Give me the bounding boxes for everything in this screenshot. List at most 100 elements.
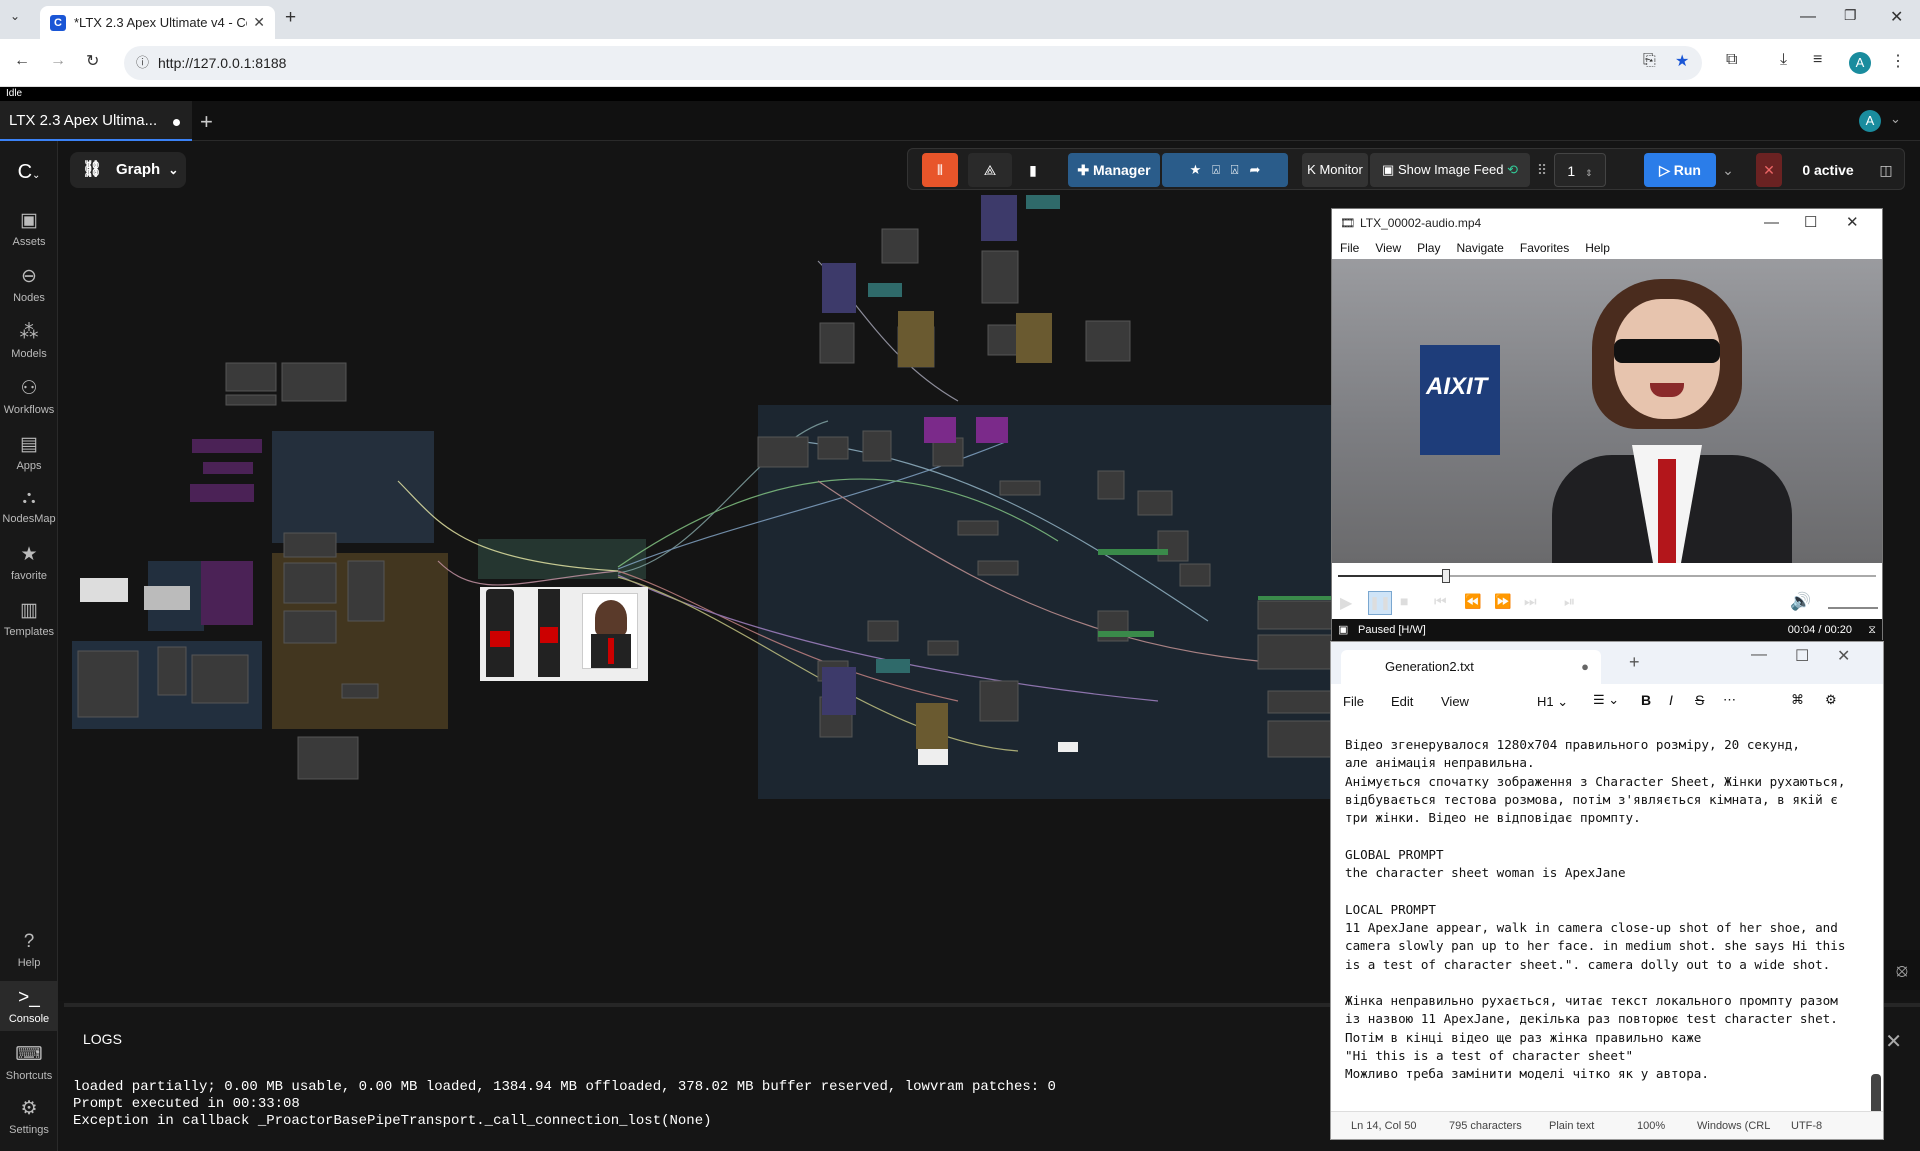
active-queue-badge[interactable]: 0 active <box>1788 153 1868 187</box>
close-window-icon[interactable]: ✕ <box>1890 7 1903 27</box>
puzzle-a-icon[interactable]: ⍓ <box>1212 162 1220 177</box>
volume-slider[interactable] <box>1828 607 1878 609</box>
bold-icon[interactable]: B <box>1641 692 1651 708</box>
play-icon[interactable]: ▶ <box>1340 593 1352 613</box>
heading-dropdown[interactable]: H1 ⌄ <box>1537 694 1568 710</box>
site-info-icon[interactable]: ⓘ <box>136 46 149 80</box>
unsaved-dot[interactable]: ● <box>1581 650 1589 684</box>
sidebar-item-models[interactable]: ⁂ Models <box>0 321 58 360</box>
notepad-tab[interactable]: Generation2.txt ● <box>1341 650 1601 684</box>
close-icon[interactable]: ✕ <box>1837 646 1850 666</box>
menu-favorites[interactable]: Favorites <box>1520 237 1569 259</box>
fast-forward-icon[interactable]: ⏩ <box>1494 593 1511 610</box>
cancel-button[interactable]: ✕ <box>1756 153 1782 187</box>
pause-icon[interactable]: ❚❚ <box>1368 591 1392 615</box>
menu-file[interactable]: File <box>1340 237 1359 259</box>
menu-play[interactable]: Play <box>1417 237 1440 259</box>
restore-icon[interactable]: ❐ <box>1844 7 1857 24</box>
sidebar-item-console[interactable]: >_ Console <box>0 981 58 1031</box>
bookmark-button[interactable]: ▮ <box>1018 153 1048 187</box>
manager-actions[interactable]: ★ ⍓ ⍓ ➦ <box>1162 153 1288 187</box>
run-options-chevron-icon[interactable]: ⌄ <box>1718 153 1738 187</box>
audio-bars-button[interactable]: ⦀ <box>922 153 958 187</box>
graph-view-button[interactable]: ⛓ Graph ⌄ <box>70 152 186 188</box>
media-icon[interactable]: ≡ <box>1813 51 1822 69</box>
workflow-tab[interactable]: LTX 2.3 Apex Ultima... <box>0 101 192 141</box>
profile-avatar[interactable]: A <box>1849 52 1871 74</box>
batch-count-input[interactable]: 1 ⇕ <box>1554 153 1606 187</box>
stepper-icon[interactable]: ⇕ <box>1585 168 1593 178</box>
sidebar-item-assets[interactable]: ▣ Assets <box>0 209 58 248</box>
tab-search-icon[interactable]: ⌄ <box>10 9 20 23</box>
minimize-icon[interactable]: — <box>1800 8 1816 26</box>
maximize-icon[interactable]: ☐ <box>1795 646 1809 666</box>
sidebar-item-templates[interactable]: ▥ Templates <box>0 599 58 638</box>
crystools-button[interactable]: ⟁ <box>968 153 1012 187</box>
monitor-button[interactable]: K Monitor <box>1302 153 1368 187</box>
next-icon[interactable]: ⏭ <box>1524 593 1537 610</box>
user-avatar[interactable]: A <box>1859 110 1881 132</box>
sidebar-item-favorite[interactable]: ★ favorite <box>0 543 58 582</box>
minimize-icon[interactable]: — <box>1764 209 1779 237</box>
manager-button[interactable]: ✚ Manager <box>1068 153 1160 187</box>
sidebar-item-help[interactable]: ? Help <box>0 931 58 969</box>
player-titlebar: 🎞 LTX_00002-audio.mp4 — ☐ ✕ <box>1332 209 1882 237</box>
frame-step-icon[interactable]: ⏯ <box>1564 593 1575 610</box>
seek-thumb[interactable] <box>1441 569 1450 583</box>
star-icon[interactable]: ★ <box>1190 162 1202 177</box>
sidebar-item-nodesmap[interactable]: ⛬ NodesMap <box>0 487 58 525</box>
menu-edit[interactable]: Edit <box>1391 694 1413 709</box>
menu-view[interactable]: View <box>1441 694 1469 709</box>
sidebar-item-settings[interactable]: ⚙ Settings <box>0 1097 58 1136</box>
copilot-icon[interactable]: ⌘ <box>1791 692 1804 708</box>
back-icon[interactable]: ← <box>14 52 30 70</box>
close-icon[interactable]: ✕ <box>1885 1029 1902 1054</box>
browser-tab[interactable]: C *LTX 2.3 Apex Ultimate v4 - Cor ✕ <box>40 6 275 39</box>
rewind-icon[interactable]: ⏪ <box>1464 593 1481 610</box>
notepad-text[interactable]: Відео згенерувалося 1280x704 правильного… <box>1345 736 1875 1084</box>
list-icon[interactable]: ☰ ⌄ <box>1593 692 1619 708</box>
menu-file[interactable]: File <box>1343 694 1364 709</box>
hide-images-icon[interactable]: ⦻ <box>1884 950 1920 990</box>
close-tab-icon[interactable]: ✕ <box>253 14 265 31</box>
strikethrough-icon[interactable]: S <box>1695 692 1704 708</box>
sidebar-item-workflows[interactable]: ⚇ Workflows <box>0 377 58 416</box>
video-frame[interactable]: AIXIT <box>1332 259 1882 563</box>
install-app-icon[interactable]: ⎘ <box>1643 52 1656 70</box>
address-bar[interactable]: ⓘ http://127.0.0.1:8188 <box>124 46 1702 80</box>
extensions-icon[interactable]: ⧉ <box>1726 51 1737 69</box>
volume-icon[interactable]: 🔊 <box>1790 592 1811 612</box>
share-icon[interactable]: ➦ <box>1249 162 1260 177</box>
gear-icon[interactable]: ⚙ <box>1825 692 1837 708</box>
speed-icon[interactable]: ⧖ <box>1868 619 1876 641</box>
chevron-down-icon[interactable]: ⌄ <box>1890 111 1901 127</box>
previous-icon[interactable]: ⏮ <box>1434 593 1447 610</box>
show-image-feed-button[interactable]: ▣ Show Image Feed ⟲ <box>1370 153 1530 187</box>
new-tab-icon[interactable]: + <box>285 7 296 29</box>
italic-icon[interactable]: I <box>1669 692 1673 708</box>
reload-icon[interactable]: ↻ <box>86 51 99 71</box>
more-icon[interactable]: ⋯ <box>1723 692 1736 708</box>
comfy-logo[interactable]: C⌄ <box>0 161 58 184</box>
close-icon[interactable]: ✕ <box>1846 209 1859 237</box>
chrome-menu-icon[interactable]: ⋮ <box>1890 51 1906 71</box>
puzzle-b-icon[interactable]: ⍓ <box>1231 162 1239 177</box>
forward-icon[interactable]: → <box>50 52 66 70</box>
sidebar-item-shortcuts[interactable]: ⌨ Shortcuts <box>0 1043 58 1082</box>
stop-icon[interactable]: ■ <box>1400 593 1408 609</box>
menu-help[interactable]: Help <box>1585 237 1610 259</box>
drag-handle-icon[interactable]: ⠿ <box>1536 153 1548 187</box>
minimize-icon[interactable]: — <box>1751 646 1767 664</box>
run-button[interactable]: ▷ Run <box>1644 153 1716 187</box>
seek-bar[interactable] <box>1332 563 1882 589</box>
panel-toggle-icon[interactable]: ◫ <box>1872 153 1900 187</box>
add-workflow-icon[interactable]: + <box>200 109 213 135</box>
menu-navigate[interactable]: Navigate <box>1456 237 1503 259</box>
bookmark-star-icon[interactable]: ★ <box>1675 51 1689 71</box>
download-icon[interactable]: ⤓ <box>1780 51 1787 69</box>
sidebar-item-apps[interactable]: ▤ Apps <box>0 433 58 472</box>
menu-view[interactable]: View <box>1375 237 1401 259</box>
sidebar-item-nodes[interactable]: ⊖ Nodes <box>0 265 58 304</box>
new-tab-icon[interactable]: + <box>1629 652 1640 673</box>
maximize-icon[interactable]: ☐ <box>1804 209 1817 237</box>
